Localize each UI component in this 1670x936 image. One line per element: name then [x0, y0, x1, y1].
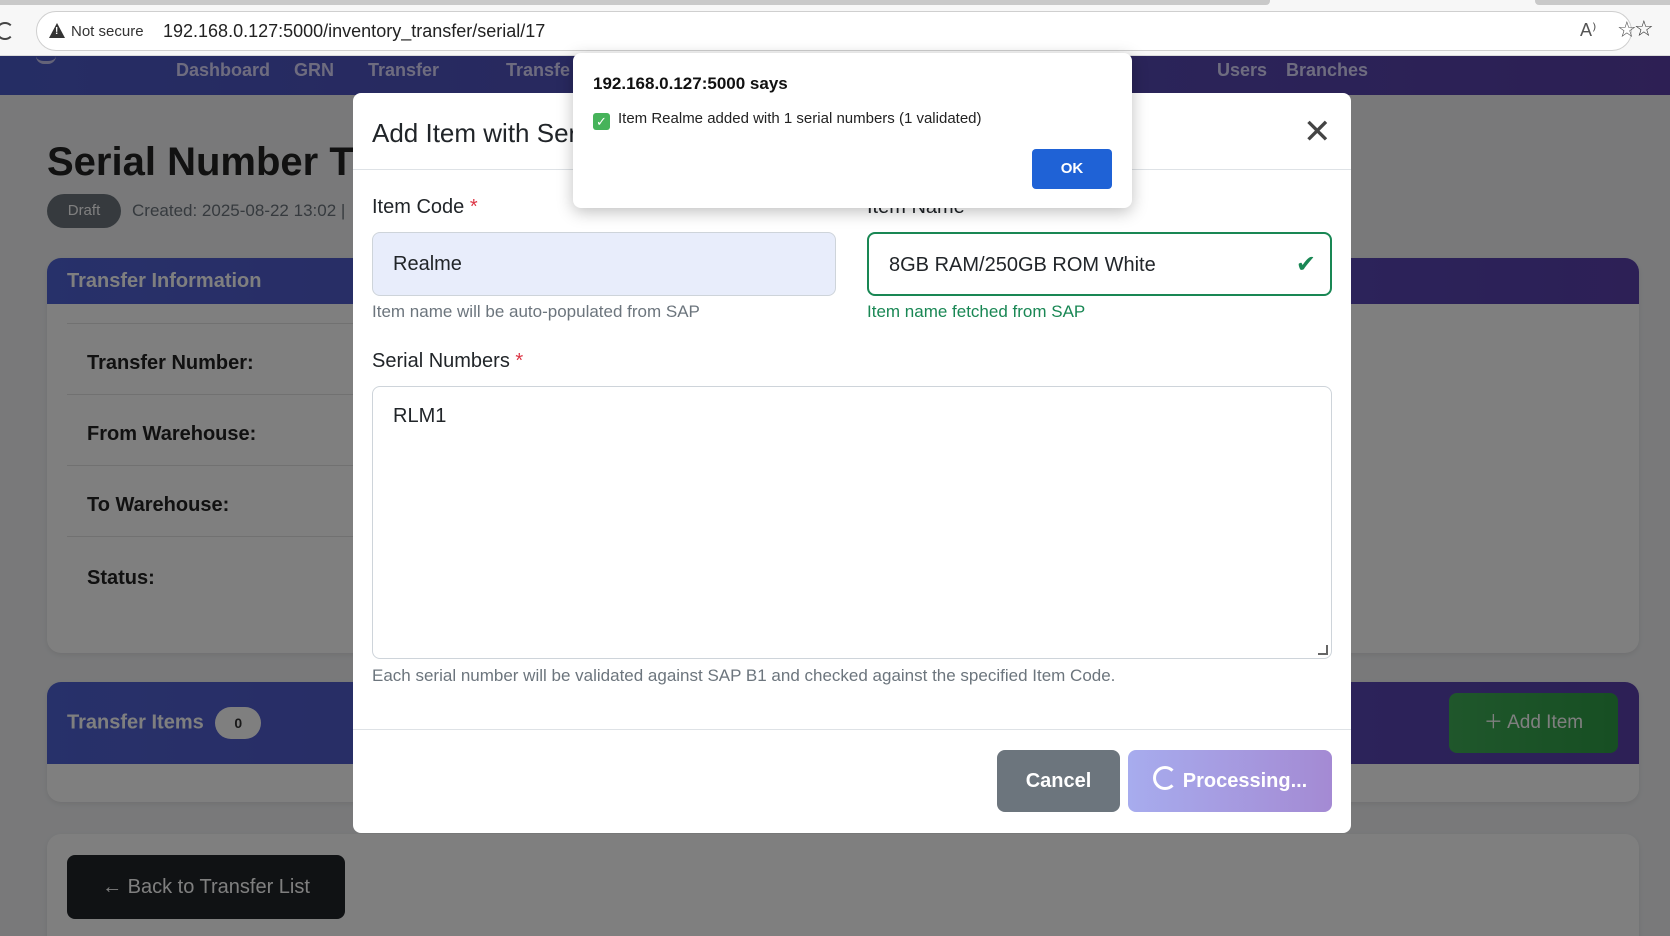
processing-button[interactable]: Processing... — [1128, 750, 1332, 812]
required-mark: * — [515, 350, 524, 372]
spinner-icon — [1152, 765, 1177, 790]
browser-toolbar: Not secure 192.168.0.127:5000/inventory_… — [0, 0, 1670, 56]
security-label[interactable]: Not secure — [71, 23, 144, 40]
item-code-help: Item name will be auto-populated from SA… — [372, 302, 700, 321]
warning-icon[interactable] — [49, 23, 65, 38]
ok-button[interactable]: OK — [1032, 149, 1112, 189]
item-code-label: Item Code * — [372, 196, 478, 219]
checkbox-icon: ✓ — [593, 113, 610, 130]
browser-alert-dialog: 192.168.0.127:5000 says ✓ Item Realme add… — [573, 53, 1132, 208]
serial-numbers-help: Each serial number will be validated aga… — [372, 666, 1116, 685]
read-aloud-icon[interactable]: A⁾ — [1580, 20, 1596, 41]
url-text[interactable]: 192.168.0.127:5000/inventory_transfer/se… — [163, 21, 545, 42]
serial-numbers-textarea[interactable]: RLM1 — [372, 386, 1332, 659]
modal-footer-divider — [353, 729, 1351, 730]
tab-strip — [0, 0, 1270, 5]
alert-title: 192.168.0.127:5000 says — [593, 74, 788, 93]
address-bar[interactable]: Not secure 192.168.0.127:5000/inventory_… — [36, 11, 1637, 51]
tab-strip-right — [1535, 0, 1670, 5]
check-icon: ✔ — [1295, 251, 1316, 278]
processing-label: Processing... — [1182, 770, 1308, 792]
required-mark: * — [469, 196, 478, 218]
item-code-label-text: Item Code — [372, 196, 465, 218]
favorites-icon[interactable]: ☆ — [1634, 16, 1654, 42]
reload-icon[interactable] — [0, 22, 14, 40]
serial-numbers-label: Serial Numbers * — [372, 350, 523, 373]
cancel-button[interactable]: Cancel — [997, 750, 1120, 812]
item-name-help: Item name fetched from SAP — [867, 302, 1086, 321]
close-icon[interactable]: ✕ — [1303, 115, 1332, 149]
alert-message-text: Item Realme added with 1 serial numbers … — [618, 110, 982, 127]
item-name-input[interactable]: 8GB RAM/250GB ROM White ✔ — [867, 232, 1332, 296]
alert-message: ✓ Item Realme added with 1 serial numbers… — [593, 110, 982, 130]
resize-handle-icon[interactable] — [1318, 645, 1328, 655]
serial-numbers-label-text: Serial Numbers — [372, 350, 510, 372]
item-code-input[interactable]: Realme — [372, 232, 836, 296]
item-name-value: 8GB RAM/250GB ROM White — [889, 254, 1156, 276]
serial-numbers-value: RLM1 — [393, 405, 447, 427]
modal-title: Add Item with Ser — [372, 118, 578, 148]
